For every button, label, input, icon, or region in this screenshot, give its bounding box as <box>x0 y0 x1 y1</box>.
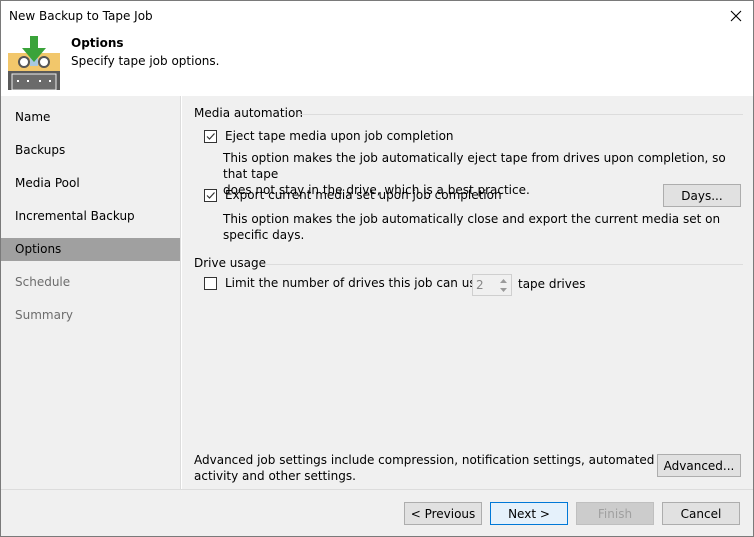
sidebar-item-media-pool[interactable]: Media Pool <box>1 172 180 195</box>
stepper-up-button[interactable] <box>497 276 510 285</box>
drive-count-stepper[interactable]: 2 <box>472 274 512 296</box>
wizard-header: Options Specify tape job options. <box>1 31 753 96</box>
dialog-window: New Backup to Tape Job Options Specify t… <box>0 0 754 537</box>
group-divider <box>298 114 743 115</box>
stepper-down-button[interactable] <box>497 285 510 294</box>
advanced-button[interactable]: Advanced... <box>657 454 741 477</box>
sidebar-item-name[interactable]: Name <box>1 106 180 129</box>
title-bar: New Backup to Tape Job <box>1 1 753 31</box>
sidebar-item-schedule: Schedule <box>15 275 71 289</box>
close-button[interactable] <box>721 3 751 29</box>
step-subtitle: Specify tape job options. <box>71 54 220 68</box>
previous-button[interactable]: < Previous <box>404 502 482 525</box>
eject-tape-option[interactable]: Eject tape media upon job completion <box>204 129 454 143</box>
limit-drives-option[interactable]: Limit the number of drives this job can … <box>204 276 503 290</box>
next-button[interactable]: Next > <box>490 502 568 525</box>
wizard-steps-sidebar: Name Backups Media Pool Incremental Back… <box>1 96 181 489</box>
tape-download-icon <box>8 36 60 90</box>
group-divider <box>262 264 743 265</box>
export-media-set-label: Export current media set upon job comple… <box>225 188 502 202</box>
advanced-desc-line1: Advanced job settings include compressio… <box>194 453 707 467</box>
checkmark-icon <box>206 191 215 199</box>
sidebar-item-backups[interactable]: Backups <box>1 139 180 162</box>
sidebar-item-incremental-backup[interactable]: Incremental Backup <box>1 205 180 228</box>
advanced-description: Advanced job settings include compressio… <box>194 452 707 484</box>
export-media-set-description: This option makes the job automatically … <box>223 212 721 242</box>
close-icon <box>730 10 742 22</box>
wizard-footer: < Previous Next > Finish Cancel <box>1 489 753 536</box>
chevron-down-icon <box>500 287 507 292</box>
window-title: New Backup to Tape Job <box>9 9 153 23</box>
tape-drives-suffix: tape drives <box>518 277 586 291</box>
media-automation-group-title: Media automation <box>194 106 303 120</box>
eject-tape-label: Eject tape media upon job completion <box>225 129 454 143</box>
sidebar-item-options[interactable]: Options <box>1 238 180 261</box>
options-panel: Media automation Eject tape media upon j… <box>182 96 753 489</box>
days-button[interactable]: Days... <box>663 184 741 207</box>
eject-tape-checkbox[interactable] <box>204 129 217 143</box>
eject-desc-line1: This option makes the job automatically … <box>223 151 726 181</box>
cancel-button[interactable]: Cancel <box>662 502 740 525</box>
export-media-set-option[interactable]: Export current media set upon job comple… <box>204 188 502 202</box>
finish-button: Finish <box>576 502 654 525</box>
checkmark-icon <box>206 132 215 140</box>
step-title: Options <box>71 36 124 50</box>
limit-drives-checkbox[interactable] <box>204 276 217 290</box>
limit-drives-label: Limit the number of drives this job can … <box>225 276 503 290</box>
chevron-up-icon <box>500 278 507 283</box>
sidebar-item-summary: Summary <box>15 308 73 322</box>
advanced-desc-line2: activity and other settings. <box>194 469 356 483</box>
drive-count-value: 2 <box>476 278 484 292</box>
drive-usage-group-title: Drive usage <box>194 256 267 270</box>
export-media-set-checkbox[interactable] <box>204 188 217 202</box>
